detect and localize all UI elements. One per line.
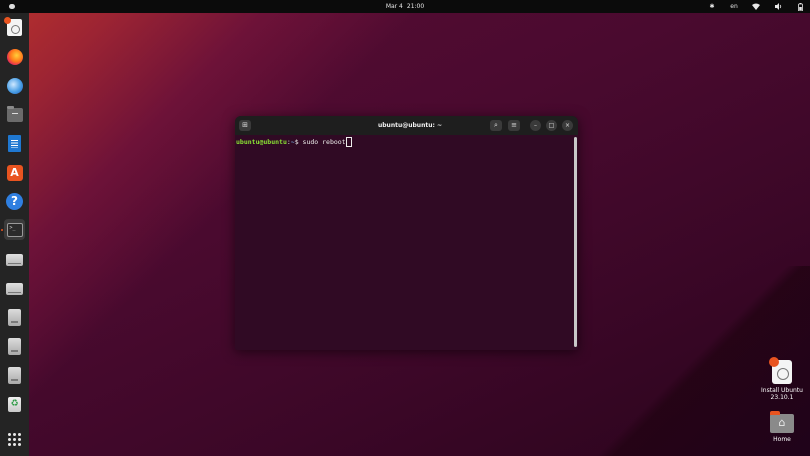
clock-button[interactable]: Mar 4 21:00 <box>0 0 810 13</box>
accessibility-icon[interactable]: ✱ <box>708 3 716 11</box>
terminal-content[interactable]: ubuntu@ubuntu:~$ sudo reboot <box>235 135 574 350</box>
disk-icon <box>8 338 21 355</box>
terminal-headerbar[interactable]: ⊞ ubuntu@ubuntu: ~ ⌕ ≡ – □ × <box>235 116 578 135</box>
disk-icon <box>8 367 21 384</box>
dock-item-drive-2[interactable] <box>4 278 25 299</box>
help-icon: ? <box>6 193 23 210</box>
dock-item-disk-2[interactable] <box>4 336 25 357</box>
thunderbird-icon <box>6 77 23 94</box>
text-cursor <box>345 137 352 147</box>
close-button[interactable]: × <box>562 120 573 131</box>
minimize-button[interactable]: – <box>530 120 541 131</box>
dock-item-firefox[interactable] <box>4 46 25 67</box>
terminal-window[interactable]: ⊞ ubuntu@ubuntu: ~ ⌕ ≡ – □ × ubuntu@ubun… <box>235 116 578 350</box>
command-text: sudo reboot <box>302 138 346 146</box>
system-tray[interactable]: ✱ en <box>708 0 804 13</box>
prompt-symbol: $ <box>294 138 303 146</box>
clock-date: Mar 4 <box>385 3 403 10</box>
clock-time: 21:00 <box>406 3 425 10</box>
volume-icon[interactable] <box>774 3 782 11</box>
dock-item-disk-1[interactable] <box>4 307 25 328</box>
trash-icon: ♻ <box>8 397 21 412</box>
app-center-icon: A <box>6 164 23 181</box>
files-folder-icon <box>6 105 23 122</box>
desktop-icon-label: Install Ubuntu <box>761 387 803 394</box>
app-grid-icon <box>8 433 21 446</box>
installer-icon <box>4 17 22 36</box>
show-apps-button[interactable] <box>4 429 25 450</box>
dock-item-install-ubuntu[interactable] <box>4 17 25 38</box>
desktop-icon-install-ubuntu[interactable]: Install Ubuntu 23.10.1 <box>757 357 807 401</box>
dock-item-trash[interactable]: ♻ <box>4 394 25 415</box>
maximize-button[interactable]: □ <box>546 120 557 131</box>
menu-button[interactable]: ≡ <box>508 120 520 131</box>
dock-item-files[interactable] <box>4 104 25 125</box>
drive-icon <box>6 282 23 295</box>
dock-item-thunderbird[interactable] <box>4 75 25 96</box>
search-button[interactable]: ⌕ <box>490 120 502 131</box>
desktop-icon-label-version: 23.10.1 <box>770 394 794 401</box>
running-indicator <box>1 229 3 231</box>
dock-item-disk-3[interactable] <box>4 365 25 386</box>
drive-icon <box>6 253 23 266</box>
dock-item-libreoffice-writer[interactable] <box>4 133 25 154</box>
top-bar: Mar 4 21:00 ✱ en <box>0 0 810 13</box>
battery-icon[interactable] <box>796 2 804 11</box>
desktop-icon-home[interactable]: Home <box>757 411 807 443</box>
network-wifi-icon[interactable] <box>752 3 760 11</box>
desktop-icon-label: Home <box>773 436 791 443</box>
dock-item-app-center[interactable]: A <box>4 162 25 183</box>
terminal-icon: >_ <box>6 222 23 237</box>
home-folder-icon <box>770 411 794 433</box>
dock-item-terminal[interactable]: >_ <box>4 219 25 240</box>
prompt-user: ubuntu@ubuntu <box>236 138 287 146</box>
installer-icon <box>769 357 792 384</box>
writer-document-icon <box>8 135 21 152</box>
window-title: ubuntu@ubuntu: ~ <box>377 122 442 129</box>
firefox-icon <box>6 48 23 65</box>
terminal-scrollbar[interactable] <box>574 137 577 347</box>
disk-icon <box>8 309 21 326</box>
dock: A ? >_ ♻ <box>0 13 29 456</box>
new-tab-button[interactable]: ⊞ <box>239 120 251 131</box>
dock-item-drive-1[interactable] <box>4 249 25 270</box>
dock-item-help[interactable]: ? <box>4 191 25 212</box>
keyboard-layout-indicator[interactable]: en <box>730 3 738 11</box>
